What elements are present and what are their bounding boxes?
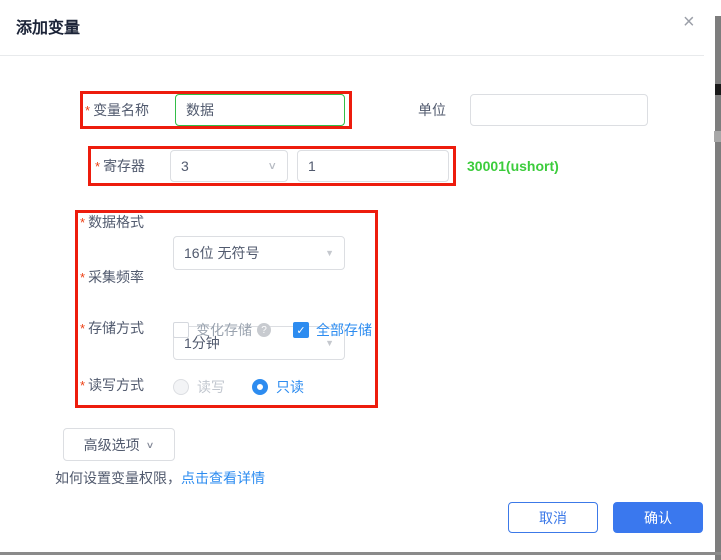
advanced-options-button[interactable]: 高级选项 ∨ xyxy=(63,428,175,461)
variable-name-input[interactable] xyxy=(175,94,345,126)
read-write-radio[interactable] xyxy=(173,379,189,395)
data-format-select[interactable]: 16位 无符号 ▼ xyxy=(173,236,345,270)
change-storage-checkbox[interactable] xyxy=(173,322,189,338)
variable-name-label: *变量名称 xyxy=(85,94,149,127)
help-link[interactable]: 点击查看详情 xyxy=(181,470,265,486)
read-write-label: *读写方式 xyxy=(80,369,144,402)
read-only-option-label[interactable]: 只读 xyxy=(276,377,304,397)
required-mark: * xyxy=(80,378,85,393)
caret-down-icon: ▼ xyxy=(325,248,334,258)
read-write-option-label: 读写 xyxy=(197,377,225,397)
read-write-options: 读写 只读 xyxy=(173,377,304,397)
unit-input[interactable] xyxy=(470,94,648,126)
close-icon[interactable]: × xyxy=(683,12,695,32)
register-label: *寄存器 xyxy=(95,150,145,183)
dialog-title: 添加变量 xyxy=(16,14,80,38)
required-mark: * xyxy=(80,270,85,285)
read-only-radio[interactable] xyxy=(252,379,268,395)
storage-options: 变化存储 ? ✓ 全部存储 xyxy=(173,320,372,340)
change-storage-label[interactable]: 变化存储 xyxy=(196,320,252,340)
window-bottom-edge xyxy=(0,552,721,555)
scrollbar-mark xyxy=(715,84,721,95)
required-mark: * xyxy=(95,159,100,174)
all-storage-label[interactable]: 全部存储 xyxy=(316,320,372,340)
register-address-input[interactable] xyxy=(297,150,449,182)
data-format-label: *数据格式 xyxy=(80,206,144,239)
add-variable-dialog: 添加变量 × *变量名称 单位 *寄存器 3 ∨ 30001(ushort) *… xyxy=(0,0,721,560)
check-icon: ✓ xyxy=(296,324,305,337)
chevron-down-icon: ∨ xyxy=(267,160,277,173)
advanced-options-label: 高级选项 xyxy=(84,435,140,455)
data-format-value: 16位 无符号 xyxy=(184,243,259,263)
help-icon[interactable]: ? xyxy=(257,323,271,337)
storage-label: *存储方式 xyxy=(80,312,144,345)
chevron-down-icon: ∨ xyxy=(146,439,155,450)
window-right-edge xyxy=(715,16,721,560)
help-text: 如何设置变量权限，点击查看详情 xyxy=(55,468,265,488)
required-mark: * xyxy=(80,215,85,230)
cancel-button[interactable]: 取消 xyxy=(508,502,598,533)
scrollbar-mark xyxy=(714,131,721,142)
header-divider xyxy=(0,55,704,56)
register-type-select[interactable]: 3 ∨ xyxy=(170,150,288,182)
register-type-value: 3 xyxy=(181,158,189,174)
confirm-button[interactable]: 确认 xyxy=(613,502,703,533)
required-mark: * xyxy=(85,103,90,118)
unit-label: 单位 xyxy=(418,94,446,126)
frequency-label: *采集频率 xyxy=(80,261,144,294)
required-mark: * xyxy=(80,321,85,336)
all-storage-checkbox[interactable]: ✓ xyxy=(293,322,309,338)
register-hint: 30001(ushort) xyxy=(467,150,559,182)
